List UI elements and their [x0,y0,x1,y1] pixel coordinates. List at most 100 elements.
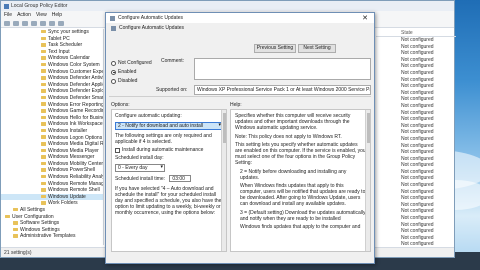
tree-item[interactable]: Windows Update [1,193,103,201]
tree-item[interactable]: Windows Game Recording and [1,108,103,115]
next-setting-button[interactable]: Next Setting [298,44,336,53]
radio-not-configured[interactable]: Not Configured [111,60,152,66]
tree-item[interactable]: Windows Color System [1,62,103,69]
state-cell: Not configured [401,221,434,228]
dialog-divider [109,96,371,97]
tree-item[interactable]: Text Input [1,49,103,56]
install-maintenance-option[interactable]: Install during automatic maintenance [115,147,223,153]
radio-button[interactable] [111,60,116,66]
tree-item[interactable]: Windows Remote Management [1,181,103,188]
tree-item[interactable]: Windows Defender Antivirus [1,75,103,82]
help-scrollbar[interactable] [365,110,370,251]
radio-disabled[interactable]: Disabled [111,78,137,84]
tree-item[interactable]: Windows PowerShell [1,167,103,174]
folder-icon [13,207,18,212]
supported-on-label: Supported on: [156,87,188,93]
tree-item[interactable]: Windows Error Reporting [1,102,103,109]
options-scrollbar[interactable] [221,110,226,251]
menu-file[interactable]: File [4,12,12,18]
tree-item[interactable]: User Configuration [1,214,103,221]
gpe-settings-list: State Not configured Not configured Not co… [376,29,456,254]
tree-item[interactable]: Windows Installer [1,128,103,135]
tree-item[interactable]: Tablet PC [1,36,103,43]
setting-icon [111,25,116,31]
radio-button[interactable] [111,78,116,84]
folder-icon [41,135,46,139]
tree-item[interactable]: Windows Remote Shell [1,187,103,194]
policy-icon [110,15,115,21]
supported-on-field: Windows XP Professional Service Pack 1 o… [194,85,371,95]
folder-icon [41,36,46,41]
show-hide-tree-icon[interactable] [31,20,37,26]
tree-item[interactable]: Windows Settings [1,227,103,234]
radio-enabled[interactable]: Enabled [111,69,136,75]
tree-item[interactable]: Task Scheduler [1,42,103,49]
export-list-icon[interactable] [40,20,46,26]
menu-action[interactable]: Action [17,12,31,18]
folder-icon [41,194,46,199]
comment-input[interactable] [194,58,371,80]
state-cell: Not configured [401,208,434,215]
tree-item-label: Task Scheduler [48,42,83,49]
tree-item[interactable]: Windows Ink Workspace [1,121,103,128]
state-cell: Not configured [401,162,434,169]
gpe-title-bar: Local Group Policy Editor [1,1,454,11]
tree-item[interactable]: Windows Logon Options [1,135,103,142]
tree-item-label: All Settings [20,207,46,214]
radio-button[interactable] [111,69,116,75]
scroll-thumb[interactable] [223,113,226,143]
previous-setting-button[interactable]: Previous Setting [254,44,296,53]
tree-item[interactable]: Windows Hello for Business [1,115,103,122]
tree-item[interactable]: Windows Defender Application [1,82,103,89]
folder-icon [41,109,46,113]
filter-icon[interactable] [58,20,64,26]
menu-view[interactable]: View [36,12,47,18]
configure-updating-dropdown[interactable]: 2 - Notify for download and auto install [115,121,223,130]
tree-item[interactable]: Work Folders [1,200,103,207]
state-column-header[interactable]: State [376,29,456,37]
close-icon[interactable]: ✕ [356,13,374,23]
folder-icon [41,148,46,153]
forward-icon[interactable] [13,20,19,26]
checkbox[interactable] [115,147,120,153]
radio-label: Disabled [118,78,138,84]
tree-item[interactable]: Windows Defender SmartScreen [1,95,103,102]
help-paragraph: When Windows finds updates that apply to… [240,183,366,207]
tree-item-label: Windows Logon Options [48,134,103,141]
tree-item-label: Windows Remote Management [48,180,103,187]
tree-item[interactable]: Windows Reliability Analysis [1,174,103,181]
state-cell: Not configured [401,83,434,90]
gpe-app-icon [4,3,9,9]
tree-item[interactable]: Windows Messenger [1,154,103,161]
menu-help[interactable]: Help [52,12,62,18]
tree-item[interactable]: Software Settings [1,220,103,227]
tree-item[interactable]: Sync your settings [1,29,103,36]
tree-item[interactable]: All Settings [1,207,103,214]
state-cell: Not configured [401,102,434,109]
folder-icon [41,49,46,54]
scroll-thumb[interactable] [367,113,370,143]
folder-icon [41,142,46,146]
back-icon[interactable] [4,20,10,26]
tree-item-label: Windows Reliability Analysis [48,174,103,181]
tree-item-label: Text Input [48,48,70,55]
state-cell: Not configured [401,63,434,70]
tree-item-label: Windows Mobility Center [48,160,103,167]
tree-item-label: Windows Customer Experience [48,68,103,75]
tree-item[interactable]: Windows Customer Experience [1,69,103,76]
folder-icon [41,201,46,205]
tree-item[interactable]: Windows Mobility Center [1,161,103,168]
up-icon[interactable] [22,20,28,26]
tree-item-label: Windows Defender SmartScreen [48,94,103,101]
tree-item[interactable]: Windows Media Digital Rights [1,141,103,148]
tree-item[interactable]: Windows Defender Exploit Guard [1,88,103,95]
tree-item[interactable]: Administrative Templates [1,233,103,240]
tree-item[interactable]: Windows Calendar [1,55,103,62]
help-icon[interactable] [49,20,55,26]
help-paragraph: This setting lets you specify whether au… [235,142,366,166]
tree-item[interactable]: Windows Media Player [1,148,103,155]
install-day-dropdown[interactable]: 0 - Every day [115,163,165,172]
install-time-dropdown[interactable]: 03:00 [169,174,191,182]
gpe-title: Local Group Policy Editor [11,3,68,9]
options-pane: Configure automatic updating: 2 - Notify… [111,109,227,252]
